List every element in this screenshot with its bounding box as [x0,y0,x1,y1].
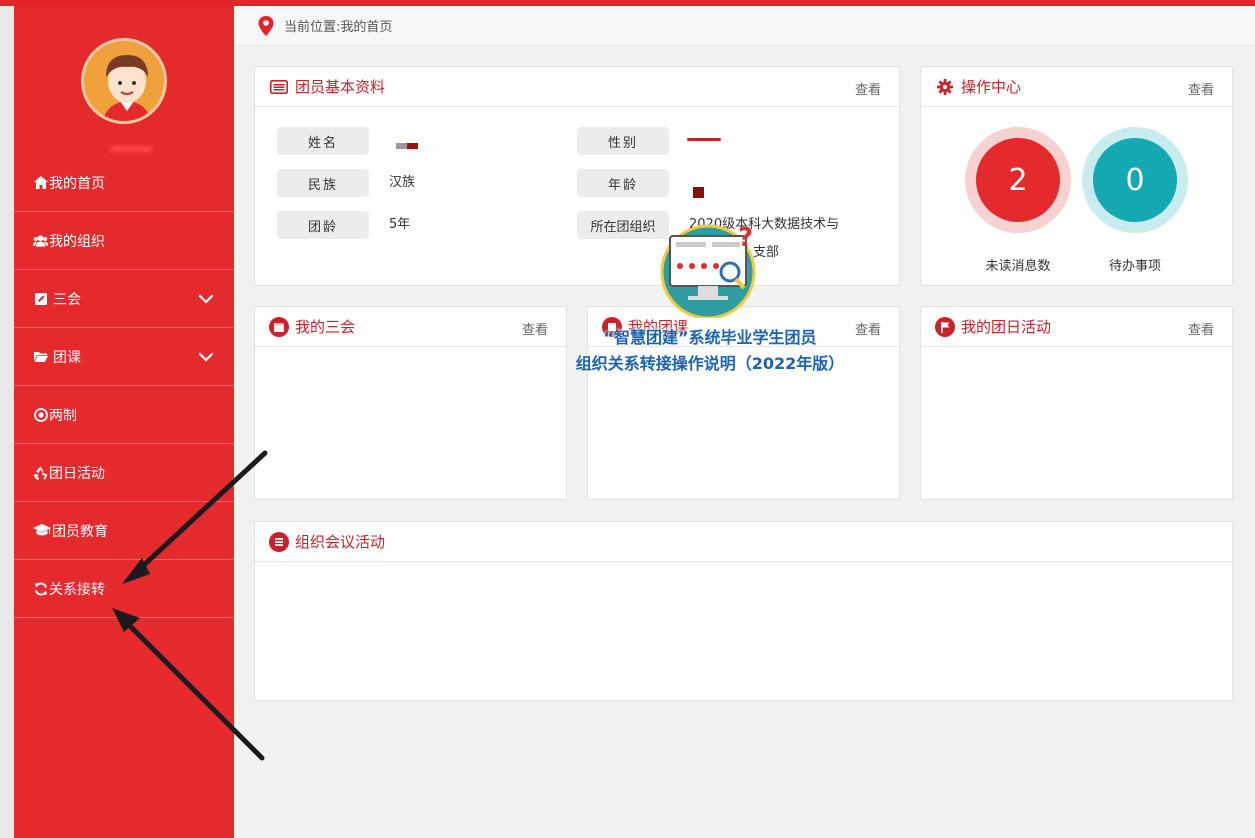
chevron-down-icon[interactable] [198,349,214,365]
location-pin-icon [258,15,274,36]
gender-label: 性别 [577,127,669,155]
breadcrumb-text: 当前位置:我的首页 [284,20,393,35]
org-label: 所在团组织 [577,211,669,239]
ethnicity-label: 民族 [277,169,369,197]
sidebar-item-label: 三会 [53,291,81,308]
username-redacted [110,146,152,152]
view-more-link[interactable]: 查看 [1188,319,1214,338]
sidebar-item-transfer[interactable]: 关系接转 [14,560,234,618]
profile-panel: 团员基本资料 查看 姓名 性别 民族 汉族 年龄 团龄 5年 所在团组织 202… [254,66,900,286]
chevron-down-icon[interactable] [198,291,214,307]
recycle-icon [33,465,48,480]
edit-icon [33,291,48,306]
top-accent-bar [0,0,1255,6]
age-redacted [693,187,704,198]
sidebar-item-tuanke[interactable]: 团课 [14,328,234,386]
unread-messages-badge[interactable]: 2 [965,127,1071,233]
sanhui-panel: 我的三会 查看 [254,306,567,500]
sidebar-item-home[interactable]: 我的首页 [14,154,234,212]
name-redacted [396,143,407,149]
graduation-cap-icon [33,523,51,538]
flag-icon [935,316,955,337]
sidebar-item-organization[interactable]: 我的组织 [14,212,234,270]
panel-title: 我的团日活动 [961,318,1052,336]
sidebar-item-label: 两制 [49,407,77,424]
ethnicity-value: 汉族 [389,175,416,190]
todo-count: 0 [1093,138,1177,222]
sidebar-item-label: 团日活动 [49,465,105,482]
id-card-icon [269,77,289,97]
gear-icon [935,77,955,97]
view-more-link[interactable]: 查看 [1188,79,1214,98]
operations-panel: 操作中心 查看 2 未读消息数 0 待办事项 [920,66,1233,286]
sidebar-item-label: 团员教育 [52,523,108,540]
sidebar-item-label: 团课 [53,349,81,366]
panel-title: 我的三会 [295,318,356,336]
avatar[interactable] [81,38,167,124]
panel-title: 操作中心 [961,78,1022,96]
unread-label: 未读消息数 [985,259,1051,274]
org-value-line1: 2020级本科大数据技术与 [689,217,840,232]
unread-count: 2 [976,138,1060,222]
target-icon [33,407,48,422]
breadcrumb: 当前位置:我的首页 [234,6,1255,46]
panel-title: 我的团课 [628,318,689,336]
sidebar-item-label: 我的首页 [49,175,105,192]
view-more-link[interactable]: 查看 [855,319,881,338]
panel-header: 组织会议活动 [255,522,1232,562]
league-age-value: 5年 [389,217,411,232]
name-label: 姓名 [277,127,369,155]
view-more-link[interactable]: 查看 [522,319,548,338]
sidebar-item-education[interactable]: 团员教育 [14,502,234,560]
sidebar-item-tuanri[interactable]: 团日活动 [14,444,234,502]
folder-icon [33,349,48,364]
todo-badge[interactable]: 0 [1082,127,1188,233]
todo-label: 待办事项 [1108,259,1161,274]
home-icon [33,175,48,190]
sidebar-item-liangzhi[interactable]: 两制 [14,386,234,444]
org-value-line2: 支部 [753,245,780,260]
tuanke-panel: 我的团课 查看 [587,306,900,500]
sidebar-item-label: 关系接转 [49,581,105,598]
panel-header: 操作中心 查看 [921,67,1232,107]
panel-header: 团员基本资料 查看 [255,67,899,107]
tuanri-panel: 我的团日活动 查看 [920,306,1233,500]
left-edge [0,0,14,838]
panel-title: 组织会议活动 [295,533,386,551]
panel-header: 我的团课 查看 [588,307,899,347]
sidebar: 我的首页 我的组织 三会 团课 两制 团日活动 团员教育 关系接转 [14,0,234,838]
panel-title: 团员基本资料 [295,78,386,96]
calendar-icon [269,316,289,337]
meeting-panel: 组织会议活动 [254,521,1233,701]
league-age-label: 团龄 [277,211,369,239]
gender-redacted [687,138,721,141]
list-icon [269,531,289,552]
lesson-icon [602,316,622,337]
users-icon [33,233,48,248]
view-more-link[interactable]: 查看 [855,79,881,98]
sidebar-nav: 我的首页 我的组织 三会 团课 两制 团日活动 团员教育 关系接转 [14,154,234,618]
sidebar-item-label: 我的组织 [49,233,105,250]
panel-header: 我的团日活动 查看 [921,307,1232,347]
panel-header: 我的三会 查看 [255,307,566,347]
name-redacted [407,143,418,149]
refresh-icon [33,581,48,596]
sidebar-item-sanhui[interactable]: 三会 [14,270,234,328]
age-label: 年龄 [577,169,669,197]
